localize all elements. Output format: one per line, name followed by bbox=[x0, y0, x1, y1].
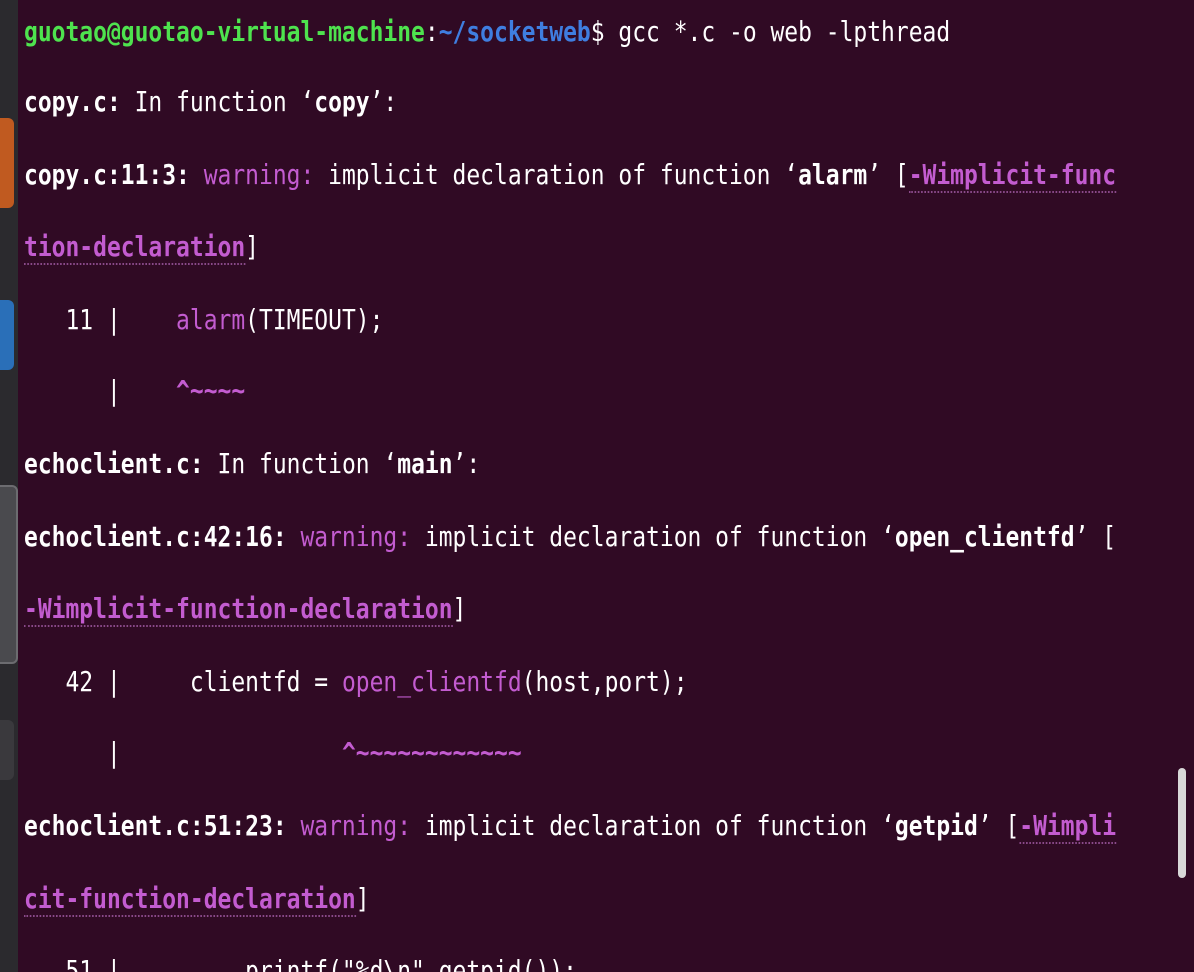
warning-flag-link[interactable]: cit-function-declaration bbox=[24, 882, 356, 917]
app-icon[interactable] bbox=[0, 485, 18, 664]
prompt-user-host: guotao@guotao-virtual-machine bbox=[24, 15, 425, 48]
source-line: 42 | clientfd = open_clientfd(host,port)… bbox=[24, 655, 688, 709]
source-line-partial: 51 | printf("%d\n",getpid()); bbox=[24, 944, 577, 972]
output-line: copy.c:11:3: warning: implicit declarati… bbox=[24, 148, 1117, 202]
message-text: In function bbox=[203, 447, 384, 480]
app-icon[interactable] bbox=[0, 118, 14, 208]
app-icon[interactable] bbox=[0, 300, 14, 370]
quote: ‘ bbox=[784, 158, 799, 191]
bracket: ] bbox=[452, 592, 467, 625]
app-icon[interactable] bbox=[0, 720, 14, 780]
output-line: tion-declaration] bbox=[24, 220, 259, 274]
launcher-dock bbox=[0, 0, 18, 972]
warning-flag-link[interactable]: tion-declaration bbox=[24, 230, 246, 265]
output-line: copy.c: In function ‘copy’: bbox=[24, 75, 397, 129]
output-line: -Wimplicit-function-declaration] bbox=[24, 582, 466, 636]
prompt-separator: : bbox=[424, 15, 439, 48]
quote: ’ [ bbox=[977, 809, 1020, 842]
file-location: echoclient.c:42:16: bbox=[24, 520, 287, 553]
source-text: (host,port); bbox=[521, 665, 688, 698]
output-line: echoclient.c:42:16: warning: implicit de… bbox=[24, 510, 1116, 564]
bracket: ] bbox=[355, 882, 370, 915]
quote: ‘ bbox=[881, 520, 895, 553]
quote: ‘ bbox=[383, 447, 398, 480]
quote: ’: bbox=[452, 447, 481, 480]
warning-label: warning: bbox=[286, 520, 412, 553]
source-text: 42 | clientfd = bbox=[24, 665, 342, 698]
terminal-output[interactable]: guotao@guotao-virtual-machine:~/socketwe… bbox=[24, 0, 1172, 972]
warning-label: warning: bbox=[286, 809, 412, 842]
function-name: main bbox=[397, 447, 453, 480]
line-number: 11 | bbox=[24, 303, 177, 336]
source-text: 51 | printf("%d\n",getpid()); bbox=[24, 954, 577, 972]
warning-label: warning: bbox=[189, 158, 315, 191]
output-line: echoclient.c:51:23: warning: implicit de… bbox=[24, 799, 1117, 853]
bracket: ] bbox=[245, 230, 259, 263]
command-text: gcc *.c -o web -lpthread bbox=[604, 15, 951, 48]
prompt-symbol: $ bbox=[590, 15, 605, 48]
prompt-cwd: ~/socketweb bbox=[438, 15, 591, 48]
warning-flag-link[interactable]: -Wimplicit-func bbox=[908, 158, 1117, 193]
caret-marker: ^~~~~~~~~~~~~ bbox=[341, 736, 522, 769]
caret-marker: ^~~~~ bbox=[176, 374, 246, 407]
source-text: (TIMEOUT); bbox=[245, 303, 384, 336]
file-name: echoclient.c: bbox=[24, 447, 204, 480]
function-name: copy bbox=[314, 85, 370, 118]
warning-flag-link[interactable]: -Wimplicit-function-declaration bbox=[24, 592, 453, 627]
quote: ‘ bbox=[881, 809, 895, 842]
output-line: cit-function-declaration] bbox=[24, 872, 370, 926]
message-text: In function bbox=[120, 85, 301, 118]
caret-line: | ^~~~~~~~~~~~~ bbox=[24, 726, 522, 780]
gutter-bar: | bbox=[24, 736, 342, 769]
warning-flag-link[interactable]: -Wimpli bbox=[1019, 809, 1117, 844]
quote: ’: bbox=[369, 85, 398, 118]
message-text: implicit declaration of function bbox=[314, 158, 785, 191]
quote: ‘ bbox=[300, 85, 315, 118]
caret-line: | ^~~~~ bbox=[24, 364, 245, 418]
file-location: copy.c:11:3: bbox=[24, 158, 190, 191]
highlighted-call: open_clientfd bbox=[341, 665, 522, 698]
source-line: 11 | alarm(TIMEOUT); bbox=[24, 293, 383, 347]
file-name: copy.c: bbox=[24, 85, 121, 118]
highlighted-call: alarm bbox=[176, 303, 246, 336]
output-line: echoclient.c: In function ‘main’: bbox=[24, 437, 480, 491]
message-text: implicit declaration of function bbox=[411, 809, 882, 842]
prompt-line: guotao@guotao-virtual-machine:~/socketwe… bbox=[24, 5, 950, 59]
terminal-scrollbar[interactable] bbox=[1178, 768, 1186, 878]
gutter-bar: | bbox=[24, 374, 177, 407]
message-text: implicit declaration of function bbox=[411, 520, 882, 553]
quote: ’ [ bbox=[867, 158, 909, 191]
quote: ’ [ bbox=[1074, 520, 1117, 553]
function-name: getpid bbox=[894, 809, 978, 842]
function-name: alarm bbox=[798, 158, 868, 191]
file-location: echoclient.c:51:23: bbox=[24, 809, 287, 842]
function-name: open_clientfd bbox=[894, 520, 1075, 553]
